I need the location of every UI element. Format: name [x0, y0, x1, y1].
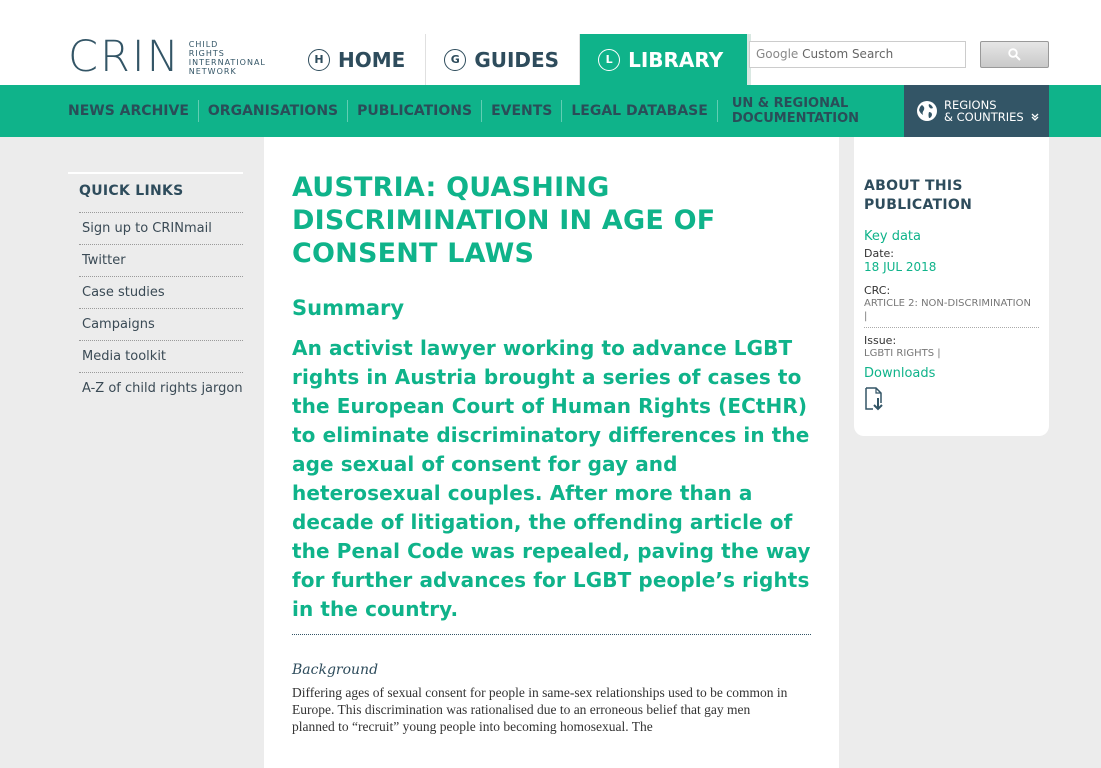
quick-link-campaigns[interactable]: Campaigns [79, 308, 243, 340]
quick-links: QUICK LINKS Sign up to CRINmail Twitter … [68, 172, 243, 404]
subnav-un-line1: UN & REGIONAL [731, 96, 849, 111]
summary-text: An activist lawyer working to advance LG… [292, 336, 811, 621]
downloads-heading: Downloads [864, 366, 936, 381]
logo-line: RIGHTS [188, 48, 225, 58]
subnav-un-regional[interactable]: UN & REGIONAL DOCUMENTATION [718, 94, 868, 128]
subnav-news-archive[interactable]: NEWS ARCHIVE [68, 100, 199, 122]
background-text: Differing ages of sexual consent for peo… [292, 685, 788, 734]
search-input[interactable]: Google Custom Search [749, 41, 966, 68]
download-link[interactable] [864, 387, 1039, 415]
main-nav: H HOME G GUIDES L LIBRARY [290, 34, 752, 85]
nav-guides-label: GUIDES [474, 47, 560, 72]
library-icon: L [598, 48, 621, 71]
quick-link-jargon[interactable]: A-Z of child rights jargon [79, 372, 243, 404]
background-heading: Background [292, 662, 379, 678]
logo-line: NETWORK [188, 66, 237, 76]
subnav-legal-database[interactable]: LEGAL DATABASE [562, 100, 718, 122]
about-title-line2: PUBLICATION [864, 197, 973, 213]
summary-heading: Summary [292, 296, 405, 320]
quick-link-media-toolkit[interactable]: Media toolkit [79, 340, 243, 372]
nav-library-label: LIBRARY [628, 47, 724, 72]
issue-label: Issue: [864, 334, 897, 347]
globe-icon [917, 101, 937, 121]
about-title: ABOUT THIS PUBLICATION [864, 177, 1039, 215]
logo-line: INTERNATIONAL [188, 57, 266, 67]
regions-label: REGIONS & COUNTRIES [944, 99, 1040, 123]
issue-value: LGBTI RIGHTS | [864, 348, 941, 359]
logo-mark: CRIN [68, 32, 181, 82]
regions-line2: & COUNTRIES [944, 110, 1024, 124]
crc-link[interactable]: ARTICLE 2: NON-DISCRIMINATION [864, 298, 1031, 309]
quick-link-crinmail[interactable]: Sign up to CRINmail [79, 212, 243, 244]
logo-line: CHILD [188, 39, 219, 49]
quick-link-twitter[interactable]: Twitter [79, 244, 243, 276]
crin-logo[interactable]: CRIN CHILD RIGHTS INTERNATIONAL NETWORK [68, 36, 266, 79]
key-data-heading: Key data [864, 229, 921, 244]
subnav-un-line2: DOCUMENTATION [731, 111, 859, 126]
about-title-line1: ABOUT THIS [864, 178, 963, 194]
divider [292, 634, 811, 635]
header: CRIN CHILD RIGHTS INTERNATIONAL NETWORK … [0, 0, 1101, 85]
crc-label: CRC: [864, 284, 891, 297]
issue-link[interactable]: LGBTI RIGHTS [864, 348, 934, 359]
download-file-icon [865, 387, 883, 411]
subnav-events[interactable]: EVENTS [482, 100, 563, 122]
date-value: 18 JUL 2018 [864, 260, 937, 274]
article: AUSTRIA: QUASHING DISCRIMINATION IN AGE … [264, 137, 839, 768]
nav-library[interactable]: L LIBRARY [580, 34, 752, 85]
logo-subtitle: CHILD RIGHTS INTERNATIONAL NETWORK [189, 40, 266, 76]
search-button[interactable] [980, 41, 1049, 68]
search-placeholder: Custom Search [802, 47, 894, 61]
search-icon [1008, 48, 1021, 61]
page-title: AUSTRIA: QUASHING DISCRIMINATION IN AGE … [292, 172, 716, 269]
subnav-organisations[interactable]: ORGANISATIONS [199, 100, 349, 122]
crc-value[interactable]: ARTICLE 2: NON-DISCRIMINATION | [864, 297, 1039, 323]
subnav-publications[interactable]: PUBLICATIONS [348, 100, 483, 122]
about-divider [864, 327, 1039, 328]
nav-home-label: HOME [338, 47, 406, 72]
quick-links-title: QUICK LINKS [68, 172, 243, 212]
search-placeholder-google: Google [756, 47, 799, 61]
date-label: Date: [864, 247, 894, 260]
home-icon: H [308, 48, 330, 71]
quick-link-case-studies[interactable]: Case studies [79, 276, 243, 308]
nav-home[interactable]: H HOME [290, 34, 427, 85]
nav-guides[interactable]: G GUIDES [426, 34, 581, 85]
about-publication: ABOUT THIS PUBLICATION Key data Date: 18… [854, 137, 1049, 436]
chevron-down-icon [1031, 113, 1039, 121]
regions-countries-button[interactable]: REGIONS & COUNTRIES [904, 85, 1049, 137]
guides-icon: G [444, 48, 467, 71]
